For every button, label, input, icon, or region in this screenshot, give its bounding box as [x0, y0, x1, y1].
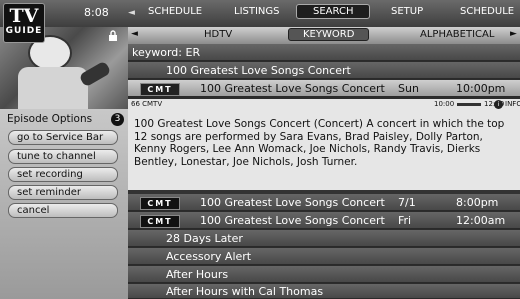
- set-reminder-button[interactable]: set reminder: [8, 185, 118, 200]
- episode-options-title: Episode Options: [7, 113, 93, 125]
- listing-title: 100 Greatest Love Songs Concert: [200, 196, 385, 209]
- listing-row[interactable]: CMT 100 Greatest Love Songs Concert Fri …: [128, 212, 520, 229]
- listing-group-row[interactable]: 100 Greatest Love Songs Concert: [128, 62, 520, 79]
- listing-row[interactable]: CMT 100 Greatest Love Songs Concert 7/1 …: [128, 194, 520, 211]
- go-to-service-bar-button[interactable]: go to Service Bar: [8, 130, 118, 145]
- cmt-channel-logo-icon: CMT: [140, 215, 180, 228]
- lock-icon: [108, 30, 118, 44]
- cancel-button[interactable]: cancel: [8, 203, 118, 218]
- player-jersey-shape: [18, 67, 88, 109]
- tab-setup[interactable]: SETUP: [391, 6, 423, 17]
- subnav-right-arrow-icon[interactable]: ►: [510, 29, 517, 39]
- logo-guide-text: GUIDE: [5, 26, 43, 36]
- group-title: 100 Greatest Love Songs Concert: [166, 64, 351, 77]
- listing-time: 8:00pm: [456, 196, 499, 209]
- listing-time: 12:00am: [456, 214, 506, 227]
- tab-search[interactable]: SEARCH: [296, 4, 371, 19]
- listing-title: Accessory Alert: [166, 250, 252, 263]
- listing-row[interactable]: 28 Days Later: [128, 230, 520, 247]
- detail-channel: 66 CMTV: [131, 100, 163, 108]
- tab-schedule-2[interactable]: SCHEDULE: [460, 6, 514, 17]
- listing-day: Fri: [398, 214, 412, 227]
- keyword-row: keyword: ER: [128, 44, 520, 61]
- tab-keyword[interactable]: KEYWORD: [288, 28, 370, 41]
- tab-hdtv[interactable]: HDTV: [204, 29, 232, 40]
- listing-time: 10:00pm: [456, 82, 506, 95]
- listing-row[interactable]: After Hours with Cal Thomas: [128, 284, 520, 299]
- listing-day: Sun: [398, 82, 419, 95]
- listing-title: 100 Greatest Love Songs Concert: [200, 82, 385, 95]
- listing-day: 7/1: [398, 196, 416, 209]
- listing-title: After Hours: [166, 268, 229, 281]
- listing-title: After Hours with Cal Thomas: [166, 285, 324, 298]
- tv-guide-logo: TV GUIDE: [3, 3, 45, 43]
- tab-schedule[interactable]: SCHEDULE: [148, 6, 202, 17]
- time-progress-bar: [457, 103, 481, 106]
- nav-left-arrow-icon[interactable]: ◄: [128, 8, 135, 18]
- listing-row[interactable]: Accessory Alert: [128, 248, 520, 265]
- listing-title: 28 Days Later: [166, 232, 243, 245]
- detail-start-time: 10:00: [434, 100, 455, 108]
- tab-alphabetical[interactable]: ALPHABETICAL: [420, 29, 494, 40]
- listing-title: 100 Greatest Love Songs Concert: [200, 214, 385, 227]
- listing-row[interactable]: After Hours: [128, 266, 520, 283]
- keyword-label: keyword: ER: [132, 46, 201, 59]
- program-description: 100 Greatest Love Songs Concert (Concert…: [134, 118, 505, 168]
- tune-to-channel-button[interactable]: tune to channel: [8, 149, 118, 164]
- set-recording-button[interactable]: set recording: [8, 167, 118, 182]
- football-shape: [78, 60, 112, 88]
- clock: 8:08: [84, 6, 109, 19]
- logo-tv-text: TV: [9, 5, 39, 27]
- cmt-channel-logo-icon: CMT: [140, 197, 180, 210]
- selected-listing-row[interactable]: CMT 100 Greatest Love Songs Concert Sun …: [128, 80, 520, 97]
- info-icon[interactable]: i: [494, 100, 503, 109]
- tab-listings[interactable]: LISTINGS: [234, 6, 280, 17]
- cmt-channel-logo-icon: CMT: [140, 83, 180, 96]
- options-badge-icon: 3: [111, 113, 124, 126]
- detail-info-label: INFO: [505, 100, 520, 108]
- subnav-left-arrow-icon[interactable]: ◄: [131, 29, 138, 39]
